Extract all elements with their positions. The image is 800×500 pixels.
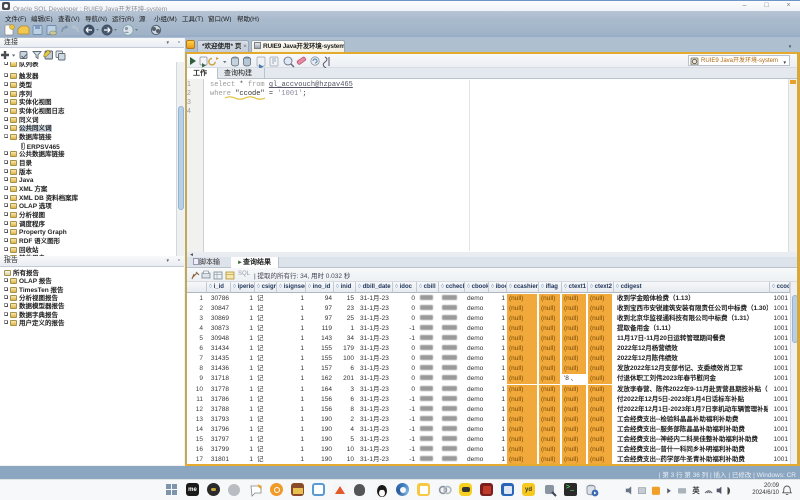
svg-text:英: 英	[691, 486, 700, 495]
